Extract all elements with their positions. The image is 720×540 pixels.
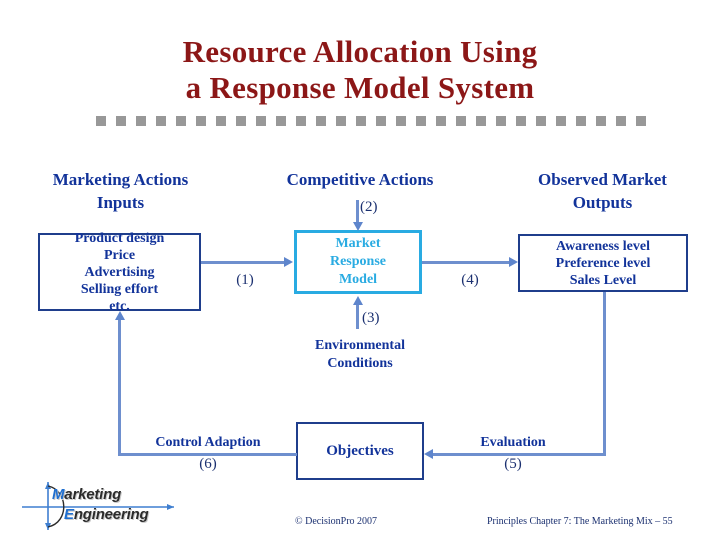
slide-canvas: Resource Allocation Using a Response Mod… (0, 0, 720, 540)
column-heading-observed-market-outputs: Observed Market Outputs (538, 170, 667, 212)
connector-1-line (201, 261, 285, 264)
connector-4-arrowhead-icon (509, 257, 518, 267)
connector-6-arrowhead-icon (115, 311, 125, 320)
logo-rest-engineering: ngineering (73, 506, 149, 523)
step-number-5: (5) (504, 456, 522, 472)
logo-rest-marketing: arketing (64, 486, 122, 503)
logo-initial-m: M (52, 486, 65, 503)
column-heading-marketing-actions: Marketing Actions Inputs (52, 170, 189, 212)
footer-copyright: © DecisionPro 2007 (295, 516, 378, 527)
label-evaluation: Evaluation (480, 435, 546, 450)
connector-5-vertical (603, 292, 606, 456)
connector-6-vertical (118, 320, 121, 455)
box-marketing-inputs: Product design Price Advertising Selling ef… (38, 231, 201, 314)
logo-initial-e: E (64, 506, 74, 523)
box-objectives: Objectives (296, 422, 424, 480)
footer-reference: Principles Chapter 7: The Marketing Mix … (487, 516, 673, 527)
logo-word-marketing: Marketing (52, 486, 121, 503)
step-number-1: (1) (236, 272, 254, 288)
connector-1-arrowhead-icon (284, 257, 293, 267)
connector-3-arrowhead-icon (353, 296, 363, 305)
dashed-divider (96, 116, 656, 126)
step-number-2: (2) (360, 199, 378, 215)
step-number-4: (4) (461, 272, 479, 288)
step-number-3: (3) (362, 310, 380, 326)
title-line-2: a Response Model System (185, 70, 535, 105)
step-number-6: (6) (199, 456, 217, 472)
column-heading-competitive-actions: Competitive Actions (286, 170, 434, 189)
connector-5-arrowhead-icon (424, 449, 433, 459)
connector-4-line (422, 261, 510, 264)
logo-word-engineering: Engineering (64, 506, 149, 523)
connector-2-arrowhead-icon (353, 222, 363, 231)
label-environmental-conditions: Environmental Conditions (315, 338, 405, 371)
box-observed-outputs: Awareness level Preference level Sales Lev… (518, 234, 688, 292)
marketing-engineering-logo: Marketing Engineering (22, 480, 182, 532)
box-market-response-model: Market Response Model (294, 230, 422, 294)
title-line-1: Resource Allocation Using (182, 34, 538, 69)
page-title: Resource Allocation Using a Response Mod… (0, 34, 720, 106)
label-control-adaption: Control Adaption (155, 435, 261, 450)
